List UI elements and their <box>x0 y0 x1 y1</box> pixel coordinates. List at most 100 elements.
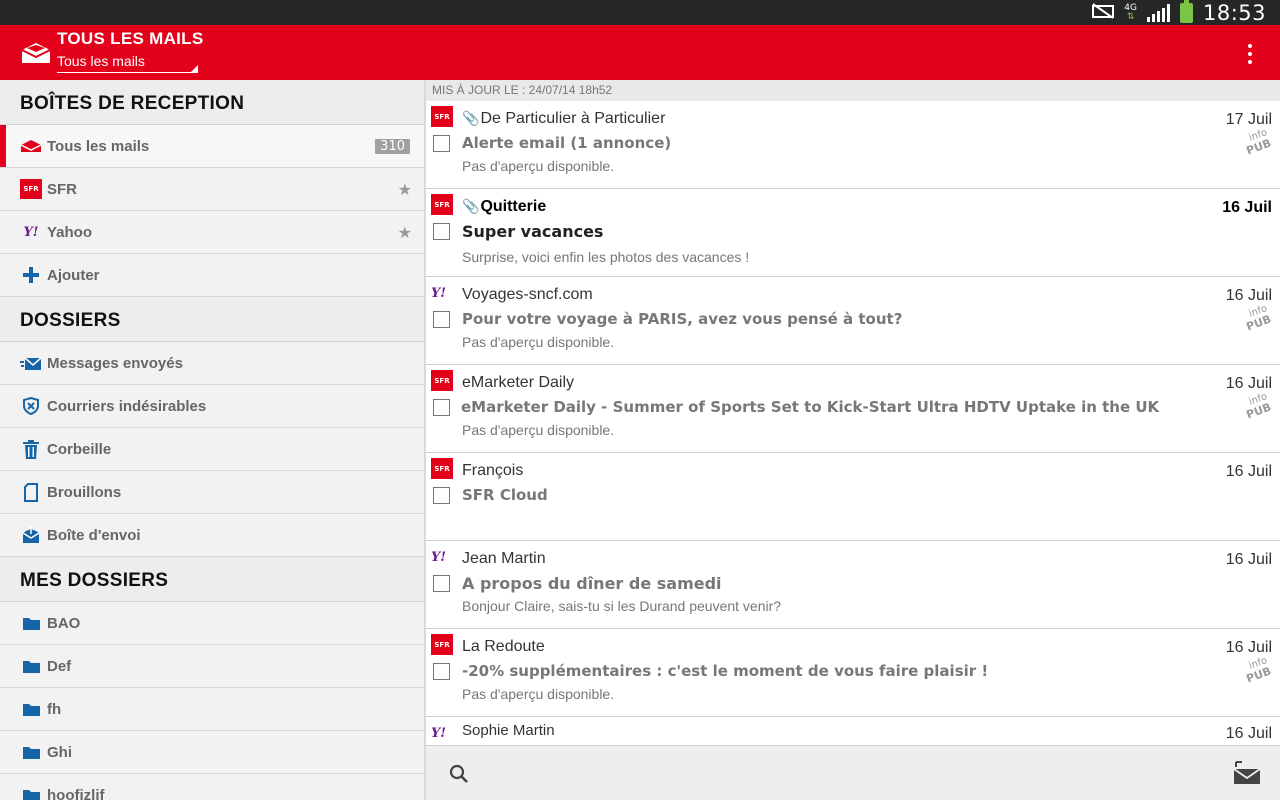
message-source-logo: Y! <box>431 286 446 301</box>
message-checkbox[interactable] <box>433 135 450 152</box>
message-source-logo: SFR <box>431 634 453 655</box>
message-subject: SFR Cloud <box>462 486 548 504</box>
sidebar-item-add-account[interactable]: Ajouter <box>0 254 424 297</box>
plus-icon <box>20 265 42 285</box>
status-icons: 4G ⇅ 18:53 <box>1092 0 1266 25</box>
message-preview: Pas d'aperçu disponible. <box>462 334 615 350</box>
sidebar-item-label: Yahoo <box>47 223 93 241</box>
message-date: 16 Juil <box>1225 725 1272 742</box>
sender-name: Quitterie <box>480 198 547 215</box>
message-source-logo: SFR <box>431 106 453 127</box>
inbox-section-title: BOÎTES DE RECEPTION <box>0 80 424 125</box>
status-bar: 4G ⇅ 18:53 <box>0 0 1280 25</box>
message-checkbox[interactable] <box>433 311 450 328</box>
sent-mail-icon <box>20 353 42 373</box>
sidebar-item-label: Ghi <box>47 743 72 761</box>
message-checkbox[interactable] <box>433 575 450 592</box>
sfr-logo-icon: SFR <box>431 194 453 215</box>
sidebar-item-label: BAO <box>47 614 81 632</box>
sidebar-item-trash[interactable]: Corbeille <box>0 428 424 471</box>
sender-name: De Particulier à Particulier <box>480 110 666 127</box>
message-source-logo: SFR <box>431 194 453 215</box>
pub-badge: info PUB <box>1239 127 1276 165</box>
star-icon[interactable]: ★ <box>398 223 412 242</box>
no-notifications-icon <box>1092 2 1115 23</box>
message-subject: Alerte email (1 annonce) <box>462 134 672 152</box>
message-row[interactable]: SFR eMarketer Daily eMarketer Daily - Su… <box>426 365 1280 453</box>
sender-name: Voyages-sncf.com <box>462 286 593 303</box>
sidebar-item-folder-def[interactable]: Def <box>0 645 424 688</box>
page-title: TOUS LES MAILS <box>57 29 204 48</box>
compose-mail-icon[interactable] <box>1232 761 1262 785</box>
attachment-icon: 📎 <box>462 110 480 126</box>
message-preview: Pas d'aperçu disponible. <box>462 422 615 438</box>
outbox-icon <box>20 525 42 545</box>
star-icon[interactable]: ★ <box>398 180 412 199</box>
yahoo-logo: Y! <box>23 224 39 240</box>
sender-name: eMarketer Daily <box>462 374 575 391</box>
message-row[interactable]: Y! Jean Martin A propos du dîner de same… <box>426 541 1280 629</box>
sfr-logo-icon: SFR <box>431 634 453 655</box>
message-checkbox[interactable] <box>433 663 450 680</box>
folder-icon <box>20 656 42 676</box>
sidebar-item-yahoo[interactable]: Y! Yahoo ★ <box>0 211 424 254</box>
yahoo-logo-icon: Y! <box>431 282 446 301</box>
pub-badge: info PUB <box>1239 391 1276 429</box>
message-row[interactable]: SFR 📎De Particulier à Particulier Alerte… <box>426 101 1280 189</box>
sidebar-item-label: fh <box>47 700 62 718</box>
sidebar-item-folder-bao[interactable]: BAO <box>0 602 424 645</box>
sender-name: Jean Martin <box>462 550 546 567</box>
draft-icon <box>20 482 42 502</box>
sender-name: François <box>462 462 524 479</box>
sidebar-item-all-mails[interactable]: Tous les mails 310 <box>0 125 424 168</box>
pub-badge: info PUB <box>1239 655 1276 693</box>
message-row[interactable]: SFR François SFR Cloud 16 Juil <box>426 453 1280 541</box>
folders-section-title: DOSSIERS <box>0 297 424 342</box>
search-icon[interactable] <box>449 764 469 784</box>
sidebar-item-sfr[interactable]: SFR SFR ★ <box>0 168 424 211</box>
sidebar-item-drafts[interactable]: Brouillons <box>0 471 424 514</box>
message-sender: 📎De Particulier à Particulier <box>462 110 665 128</box>
sfr-logo-icon: SFR <box>431 458 453 479</box>
sfr-logo-icon: SFR <box>20 179 42 199</box>
sidebar-item-outbox[interactable]: Boîte d'envoi <box>0 514 424 557</box>
sfr-logo: SFR <box>20 179 42 199</box>
sender-name: Sophie Martin <box>462 722 555 739</box>
all-mails-icon <box>20 136 42 156</box>
mail-logo-icon <box>21 43 51 63</box>
sidebar-item-label: hoofizlif <box>47 786 105 800</box>
sidebar-item-sent[interactable]: Messages envoyés <box>0 342 424 385</box>
message-checkbox[interactable] <box>433 399 450 416</box>
mailbox-selector[interactable]: Tous les mails <box>57 53 198 73</box>
sidebar-item-label: Def <box>47 657 72 675</box>
sidebar-item-folder-ghi[interactable]: Ghi <box>0 731 424 774</box>
message-checkbox[interactable] <box>433 223 450 240</box>
sidebar-item-label: Boîte d'envoi <box>47 526 141 544</box>
message-row[interactable]: SFR 📎Quitterie Super vacances Surprise, … <box>426 189 1280 277</box>
message-preview: Pas d'aperçu disponible. <box>462 686 615 702</box>
overflow-menu-icon[interactable] <box>1248 44 1254 64</box>
message-preview: Bonjour Claire, sais-tu si les Durand pe… <box>462 598 782 614</box>
message-checkbox[interactable] <box>433 487 450 504</box>
sidebar-item-folder-fh[interactable]: fh <box>0 688 424 731</box>
sidebar-item-folder-hoofizlif[interactable]: hoofizlif <box>0 774 424 800</box>
attachment-icon: 📎 <box>462 198 480 214</box>
message-preview: Surprise, voici enfin les photos des vac… <box>462 249 750 265</box>
yahoo-logo-icon: Y! <box>20 222 42 242</box>
message-sender: 📎Quitterie <box>462 198 546 216</box>
sidebar-item-spam[interactable]: Courriers indésirables <box>0 385 424 428</box>
folder-icon <box>20 613 42 633</box>
last-updated-label: MIS À JOUR LE : 24/07/14 18h52 <box>426 80 1280 101</box>
message-row[interactable]: Y! Sophie Martin 16 Juil <box>426 717 1280 745</box>
message-preview: Pas d'aperçu disponible. <box>462 158 615 174</box>
folder-icon <box>20 699 42 719</box>
message-date: 16 Juil <box>1225 551 1272 568</box>
trash-icon <box>20 439 42 459</box>
bottom-toolbar <box>426 745 1280 800</box>
message-row[interactable]: Y! Voyages-sncf.com Pour votre voyage à … <box>426 277 1280 365</box>
message-list: MIS À JOUR LE : 24/07/14 18h52 SFR 📎De P… <box>426 80 1280 745</box>
message-date: 16 Juil <box>1222 199 1272 216</box>
shield-icon <box>20 396 42 416</box>
sender-name: La Redoute <box>462 638 545 655</box>
message-row[interactable]: SFR La Redoute -20% supplémentaires : c'… <box>426 629 1280 717</box>
